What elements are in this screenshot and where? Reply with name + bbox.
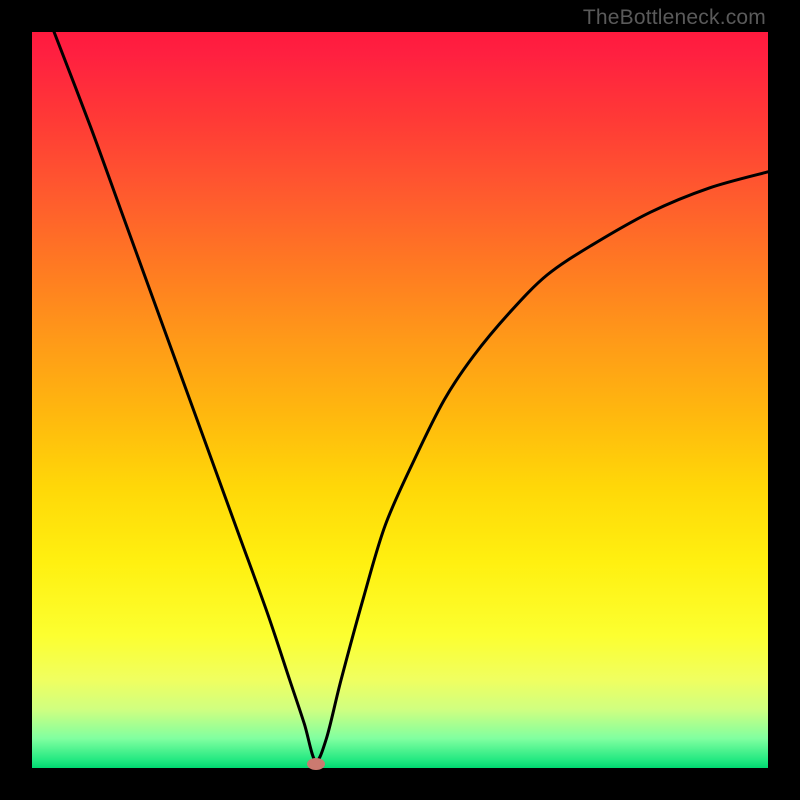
bottleneck-curve: [32, 32, 768, 768]
chart-container: TheBottleneck.com: [0, 0, 800, 800]
optimal-point-marker: [307, 758, 325, 770]
plot-area: [32, 32, 768, 768]
watermark-text: TheBottleneck.com: [583, 6, 766, 30]
